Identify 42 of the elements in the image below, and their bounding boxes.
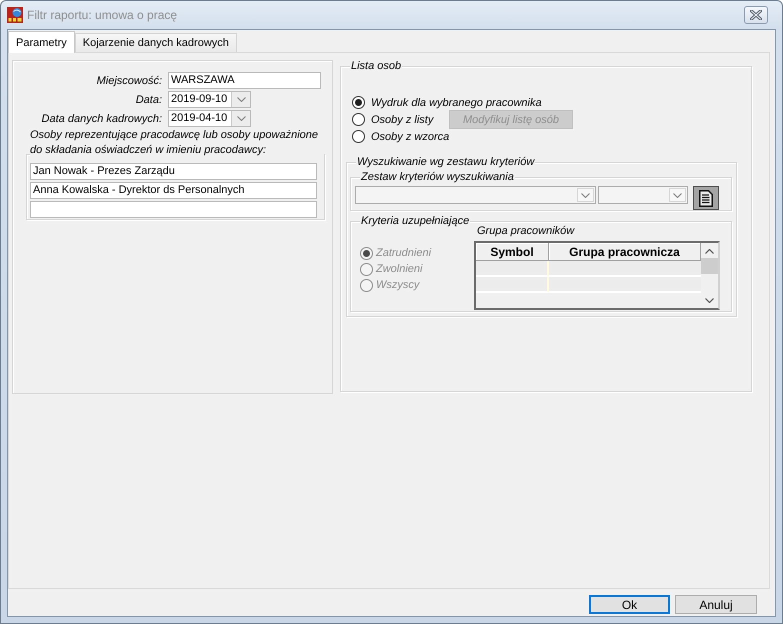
dropdown-button[interactable] bbox=[231, 111, 250, 126]
scroll-down-icon[interactable] bbox=[705, 298, 714, 303]
tab[interactable]: Kojarzenie danych kadrowych bbox=[74, 33, 237, 52]
document-button[interactable] bbox=[693, 186, 719, 210]
window-title: Filtr raportu: umowa o pracę bbox=[27, 8, 178, 22]
group-legend: Zestaw kryteriów wyszukiwania bbox=[360, 170, 515, 184]
column-header[interactable]: Symbol bbox=[476, 243, 549, 261]
chevron-down-icon bbox=[673, 192, 682, 198]
chevron-down-icon bbox=[581, 192, 590, 198]
dropdown-button[interactable] bbox=[577, 188, 594, 202]
text-field[interactable]: Jan Nowak - Prezes Zarządu bbox=[30, 163, 317, 180]
field-label: Miejscowość: bbox=[96, 74, 162, 86]
text-field[interactable] bbox=[30, 201, 317, 218]
group-legend: Kryteria uzupełniające bbox=[360, 214, 470, 228]
combo-box[interactable] bbox=[355, 186, 596, 204]
table-title: Grupa pracowników bbox=[477, 224, 574, 238]
field-label: Data danych kadrowych: bbox=[42, 112, 162, 124]
dropdown-button[interactable] bbox=[669, 188, 686, 202]
chevron-down-icon bbox=[236, 97, 246, 102]
column-header[interactable]: Grupa pracownicza bbox=[549, 243, 701, 261]
close-button[interactable] bbox=[744, 6, 768, 24]
app-icon bbox=[7, 7, 23, 23]
document-icon bbox=[699, 190, 713, 206]
tab[interactable]: Parametry bbox=[8, 31, 75, 53]
radio-option[interactable]: Osoby z listy bbox=[352, 111, 434, 128]
radio-option[interactable]: Osoby z wzorca bbox=[352, 128, 450, 145]
chevron-down-icon bbox=[236, 116, 246, 121]
dropdown-button[interactable] bbox=[231, 92, 250, 107]
text-field[interactable]: Anna Kowalska - Dyrektor ds Personalnych bbox=[30, 182, 317, 199]
group-legend: Wyszukiwanie wg zestawu kryteriów bbox=[356, 155, 536, 169]
date-field[interactable]: 2019-04-10 bbox=[168, 110, 251, 127]
radio-option[interactable]: Wydruk dla wybranego pracownika bbox=[352, 94, 542, 111]
ok-button[interactable]: Ok bbox=[589, 595, 670, 614]
combo-box[interactable] bbox=[598, 186, 688, 204]
date-field[interactable]: 2019-09-10 bbox=[168, 91, 251, 108]
group-legend: Osoby reprezentujące pracodawcę lub osoby upoważnione do składania oświadczeń w imieniu pracodawcy: bbox=[30, 128, 324, 158]
scrollbar-thumb[interactable] bbox=[701, 258, 718, 274]
close-icon bbox=[750, 10, 762, 20]
scroll-up-icon[interactable] bbox=[705, 249, 714, 254]
text-field[interactable]: WARSZAWA bbox=[168, 72, 321, 89]
field-label: Data: bbox=[136, 94, 162, 106]
cancel-button[interactable]: Anuluj bbox=[675, 595, 757, 614]
